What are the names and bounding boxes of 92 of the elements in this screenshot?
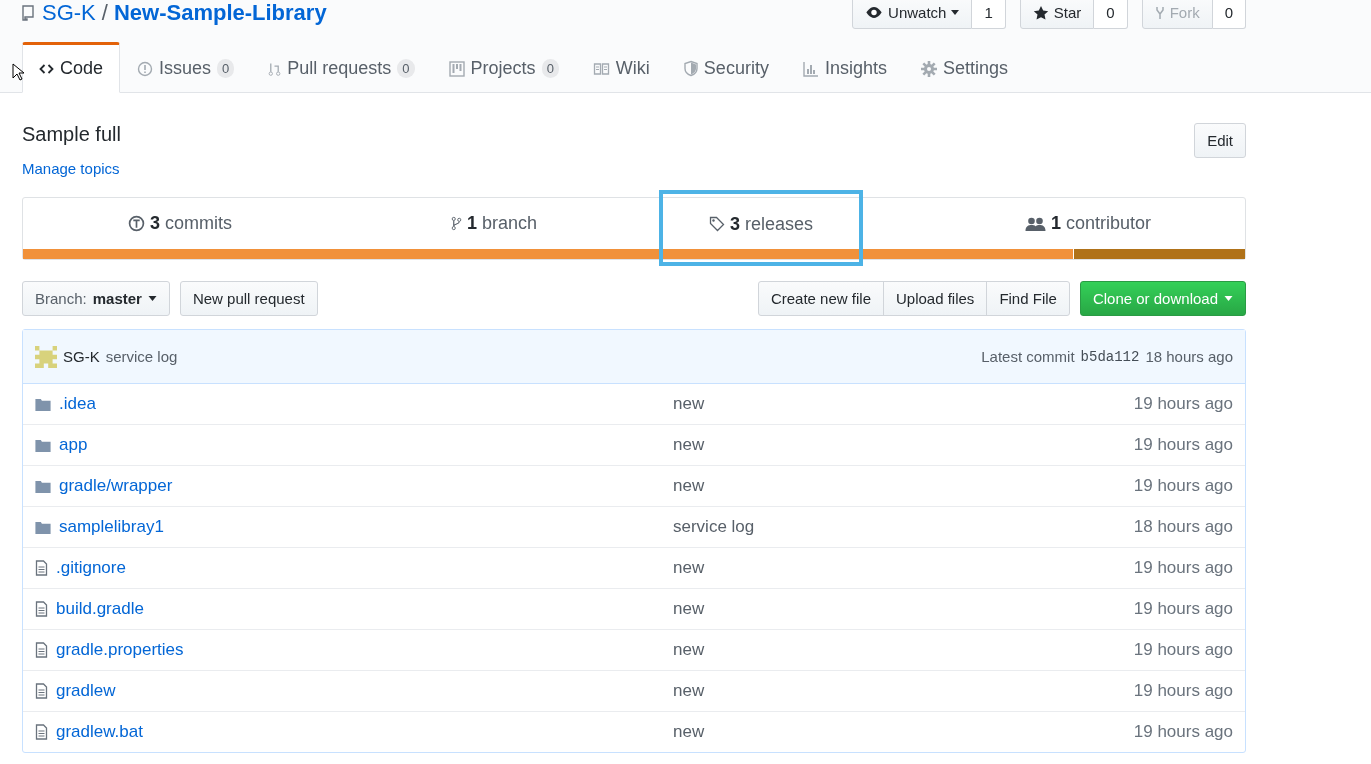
- action-count[interactable]: 1: [972, 0, 1006, 29]
- file-age: 19 hours ago: [1133, 722, 1233, 742]
- folder-icon: [35, 479, 51, 493]
- file-name-link[interactable]: .idea: [59, 394, 96, 414]
- file-age: 19 hours ago: [1133, 435, 1233, 455]
- commit-message-link[interactable]: new: [673, 640, 1134, 660]
- caret-icon: [1224, 296, 1233, 301]
- repo-description: Sample full: [22, 123, 121, 146]
- folder-icon: [35, 397, 51, 411]
- project-board-icon: [448, 60, 465, 77]
- repo-action-button[interactable]: Unwatch: [852, 0, 973, 29]
- eye-icon: [865, 6, 884, 19]
- tab-counter: 0: [397, 59, 415, 78]
- commit-message-link[interactable]: new: [673, 435, 1134, 455]
- file-age: 19 hours ago: [1133, 558, 1233, 578]
- pull-request-icon: [268, 60, 282, 77]
- file-name-link[interactable]: gradlew.bat: [56, 722, 143, 742]
- gear-icon: [920, 60, 937, 77]
- caret-icon: [147, 296, 157, 301]
- new-pull-request-button[interactable]: New pull request: [179, 281, 318, 316]
- repo-tab[interactable]: Projects 0: [431, 42, 576, 93]
- file-action-button[interactable]: Find File: [986, 281, 1070, 316]
- commit-message-link[interactable]: service log: [673, 517, 1134, 537]
- repo-action-button[interactable]: Star: [1019, 0, 1095, 29]
- latest-commit-label: Latest commit: [981, 348, 1075, 365]
- shield-icon: [683, 60, 698, 77]
- history-icon: [128, 215, 145, 232]
- repo-tab[interactable]: Pull requests 0: [251, 42, 432, 93]
- commit-message-link[interactable]: service log: [105, 348, 178, 365]
- summary-stat-link[interactable]: 1 contributor: [931, 198, 1245, 249]
- repo-tab[interactable]: Wiki: [575, 42, 667, 93]
- code-icon: [39, 63, 54, 74]
- repo-tab[interactable]: Settings: [903, 42, 1025, 93]
- file-age: 18 hours ago: [1133, 517, 1233, 537]
- cursor-icon: [12, 63, 24, 81]
- book-icon: [592, 62, 610, 75]
- repo-tab[interactable]: Insights: [785, 42, 904, 93]
- file-icon: [35, 601, 48, 617]
- path-separator: /: [101, 0, 108, 26]
- file-age: 19 hours ago: [1133, 681, 1233, 701]
- commit-author-link[interactable]: SG-K: [63, 348, 100, 365]
- repo-name-link[interactable]: New-Sample-Library: [113, 0, 327, 26]
- caret-icon: [951, 10, 960, 15]
- file-icon: [35, 560, 48, 576]
- file-age: 19 hours ago: [1133, 476, 1233, 496]
- summary-stat-link[interactable]: 3 commits: [23, 198, 337, 249]
- file-action-button[interactable]: Create new file: [757, 281, 884, 316]
- manage-topics-link[interactable]: Manage topics: [22, 160, 121, 177]
- commit-age: 18 hours ago: [1145, 348, 1233, 365]
- file-icon: [35, 724, 48, 740]
- file-name-link[interactable]: app: [59, 435, 88, 455]
- repo-tab[interactable]: Security: [666, 42, 786, 93]
- file-age: 19 hours ago: [1133, 599, 1233, 619]
- file-name-link[interactable]: samplelibray1: [59, 517, 164, 537]
- tab-counter: 0: [217, 59, 235, 78]
- file-name-link[interactable]: gradle/wrapper: [59, 476, 173, 496]
- file-age: 19 hours ago: [1133, 640, 1233, 660]
- repo-icon: [22, 5, 34, 21]
- action-count[interactable]: 0: [1094, 0, 1128, 29]
- commit-message-link[interactable]: new: [673, 476, 1134, 496]
- star-icon: [1032, 4, 1049, 21]
- bar-graph-icon: [802, 60, 819, 77]
- file-name-link[interactable]: gradle.properties: [56, 640, 184, 660]
- tab-counter: 0: [541, 59, 559, 78]
- branch-icon: [450, 215, 462, 232]
- summary-stat-link[interactable]: 3 releases: [661, 192, 861, 264]
- commit-message-link[interactable]: new: [673, 558, 1134, 578]
- folder-icon: [35, 520, 51, 534]
- commit-message-link[interactable]: new: [673, 394, 1134, 414]
- commit-sha-link[interactable]: b5da112: [1080, 348, 1140, 365]
- edit-button[interactable]: Edit: [1194, 123, 1246, 158]
- owner-link[interactable]: SG-K: [42, 0, 96, 26]
- commit-message-link[interactable]: new: [673, 599, 1134, 619]
- commit-message-link[interactable]: new: [673, 681, 1134, 701]
- file-name-link[interactable]: gradlew: [56, 681, 116, 701]
- file-age: 19 hours ago: [1133, 394, 1233, 414]
- avatar-icon: [35, 345, 57, 368]
- file-icon: [35, 683, 48, 699]
- fork-icon: [1154, 4, 1165, 21]
- people-icon: [1024, 215, 1046, 232]
- repo-tab[interactable]: Issues 0: [120, 42, 252, 93]
- summary-stat-link[interactable]: 1 branch: [337, 198, 651, 249]
- file-action-button[interactable]: Upload files: [883, 281, 988, 316]
- repo-tab[interactable]: Code: [22, 42, 121, 93]
- issue-icon: [137, 60, 154, 77]
- commit-message-link[interactable]: new: [673, 722, 1134, 742]
- file-name-link[interactable]: build.gradle: [56, 599, 144, 619]
- file-icon: [35, 642, 48, 658]
- branch-select-button[interactable]: Branch: master: [22, 281, 170, 316]
- folder-icon: [35, 438, 51, 452]
- tag-icon: [708, 216, 725, 232]
- file-name-link[interactable]: .gitignore: [56, 558, 126, 578]
